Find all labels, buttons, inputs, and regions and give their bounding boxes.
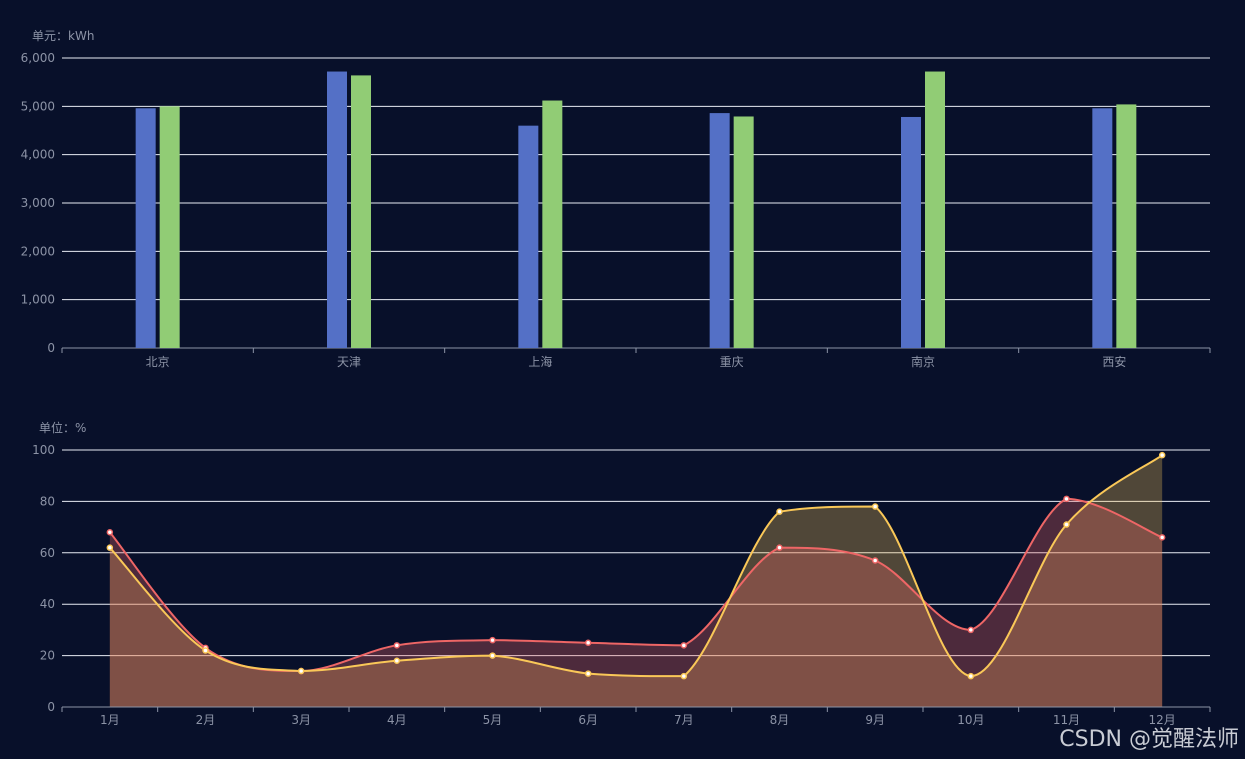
- data-point: [393, 642, 401, 649]
- data-point: [393, 657, 401, 664]
- bar: [327, 71, 347, 349]
- data-point: [489, 652, 496, 659]
- bar-x-tick-label: 重庆: [720, 355, 744, 369]
- bar-x-tick-label: 上海: [528, 354, 552, 369]
- area-chart: 单位：% 0 20 40 60 80 100 1月 2月 3月 4月 5月 6月 7月 8月 9月 10月 1…: [32, 420, 1211, 727]
- bar-y-tick-label: 2,000: [21, 244, 55, 258]
- bar: [733, 116, 754, 348]
- bar-chart-unit-label: 单元：kWh: [32, 29, 94, 43]
- area-x-tick-label: 2月: [196, 713, 216, 727]
- data-point: [1158, 534, 1166, 541]
- bar-x-tick-label: 西安: [1102, 354, 1126, 369]
- bar-x-tick-label: 南京: [911, 354, 935, 369]
- area-y-tick-label: 0: [47, 700, 55, 714]
- area-y-tick-label: 20: [40, 649, 55, 663]
- data-point: [489, 636, 496, 644]
- data-point: [776, 508, 783, 515]
- area-y-tick-label: 80: [40, 494, 55, 508]
- area-x-tick-label: 10月: [957, 713, 984, 727]
- bar: [925, 71, 945, 349]
- data-point: [680, 642, 688, 649]
- bar-chart-y-ticks: 0 1,000 2,000 3,000 4,000 5,000 6,000: [21, 51, 55, 355]
- data-point: [1063, 521, 1070, 528]
- bar-chart: 单元：kWh 0 1,000 2,000 3,000 4,000 5,000 6,000 北…: [21, 29, 1211, 369]
- data-point: [1158, 451, 1166, 459]
- bar-y-tick-label: 4,000: [21, 148, 55, 162]
- area-x-tick-label: 3月: [291, 713, 311, 727]
- area-y-tick-label: 40: [40, 597, 55, 611]
- area-chart-y-ticks: 0 20 40 60 80 100: [32, 443, 55, 714]
- area-x-tick-label: 8月: [770, 713, 790, 727]
- bar: [709, 113, 730, 348]
- series-line: [109, 454, 1163, 678]
- bar-chart-gridlines: [62, 57, 1210, 301]
- bar-x-tick-label: 北京: [146, 355, 170, 369]
- bar: [901, 116, 921, 348]
- area-x-tick-label: 1月: [100, 713, 120, 727]
- bar: [542, 100, 563, 349]
- data-point: [967, 672, 975, 680]
- data-point: [106, 528, 114, 536]
- bar-chart-x-axis: 北京 天津 上海 重庆 南京 西安: [61, 347, 1211, 369]
- area-x-tick-label: 9月: [865, 713, 885, 727]
- bar: [518, 125, 539, 349]
- area-chart-lines: [109, 454, 1163, 678]
- data-point: [680, 672, 688, 680]
- data-point: [871, 557, 879, 564]
- data-point: [871, 503, 879, 510]
- bar: [351, 75, 371, 349]
- data-point: [106, 544, 114, 551]
- bar-y-tick-label: 6,000: [21, 51, 55, 65]
- bar-y-tick-label: 1,000: [21, 293, 55, 307]
- bar-y-tick-label: 0: [47, 341, 55, 355]
- data-point: [967, 626, 975, 634]
- dashboard-charts: 单元：kWh 0 1,000 2,000 3,000 4,000 5,000 6,000 北…: [21, 29, 1211, 727]
- bar-y-tick-label: 3,000: [21, 196, 55, 210]
- area-x-tick-label: 4月: [387, 713, 407, 727]
- watermark: CSDN @觉醒法师: [1059, 727, 1239, 752]
- bar: [159, 106, 180, 348]
- area-y-tick-label: 60: [40, 546, 55, 560]
- data-point: [202, 647, 209, 654]
- bar: [1092, 108, 1113, 349]
- data-point: [1063, 495, 1070, 503]
- bar-y-tick-label: 5,000: [21, 99, 55, 113]
- area-chart-unit-label: 单位：%: [39, 420, 86, 435]
- area-x-tick-label: 6月: [578, 713, 598, 727]
- area-x-tick-label: 5月: [483, 713, 503, 727]
- bar: [1116, 104, 1137, 349]
- area-y-tick-label: 100: [32, 443, 55, 457]
- area-x-tick-label: 7月: [674, 713, 694, 727]
- area-chart-x-axis: 1月 2月 3月 4月 5月 6月 7月 8月 9月 10月 11月 12月: [61, 706, 1211, 727]
- bar: [135, 108, 156, 349]
- data-point: [776, 544, 783, 551]
- bar-x-tick-label: 天津: [337, 355, 361, 369]
- data-point: [584, 670, 592, 677]
- data-point: [297, 667, 305, 675]
- bar-chart-bars: [135, 71, 1137, 349]
- data-point: [584, 639, 592, 646]
